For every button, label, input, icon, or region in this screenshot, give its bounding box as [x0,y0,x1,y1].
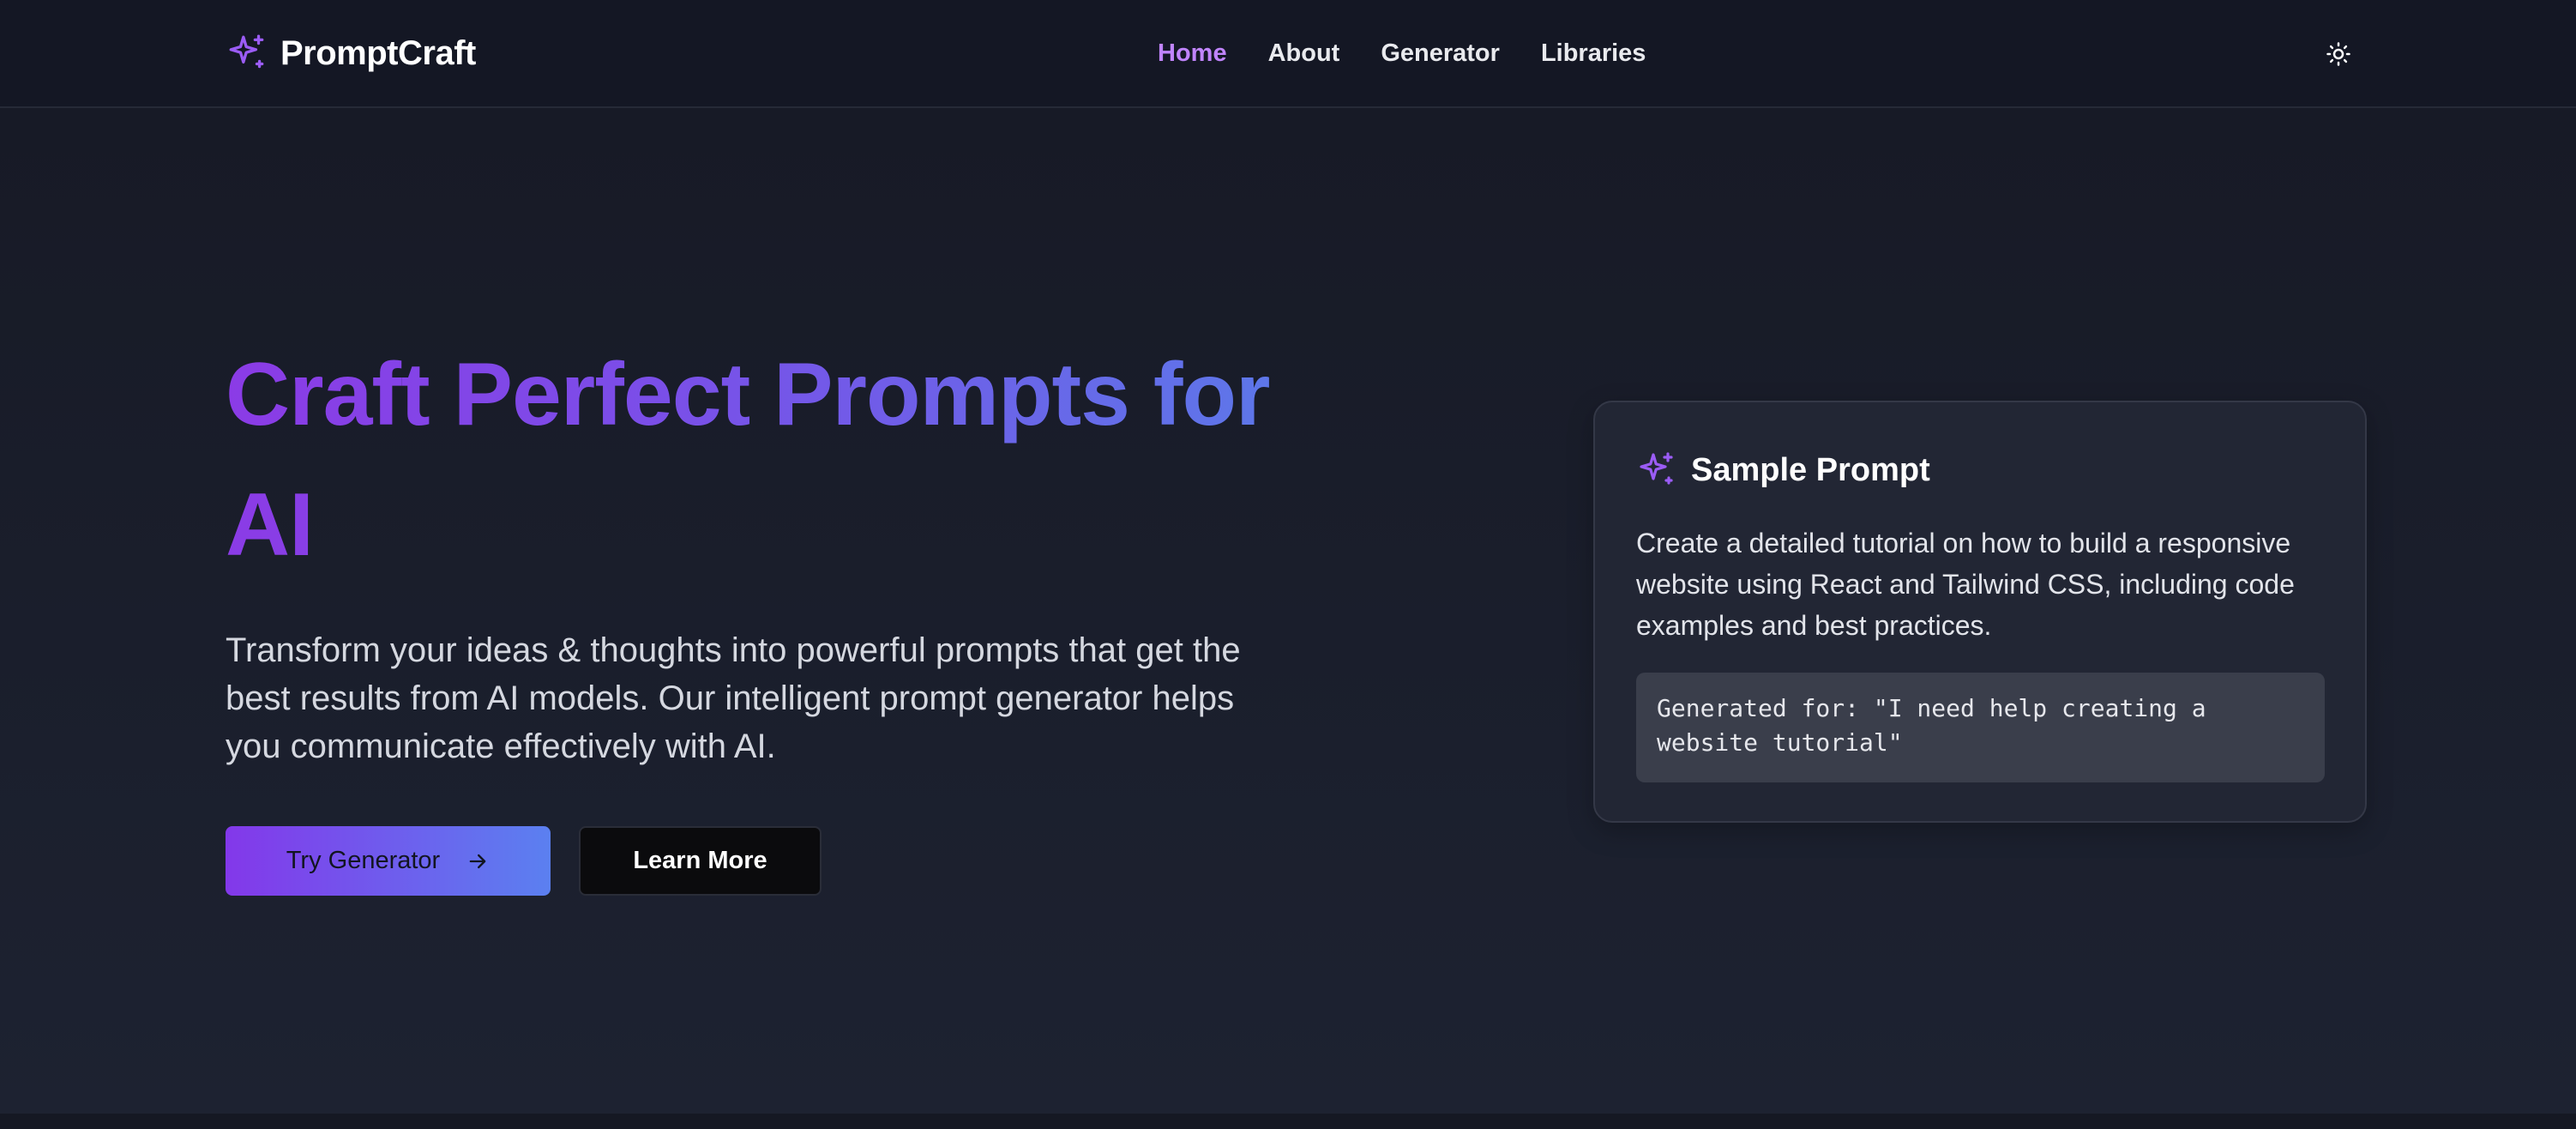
theme-toggle-button[interactable] [2317,33,2360,75]
sun-icon [2326,41,2351,67]
card-title: Sample Prompt [1691,451,1930,488]
hero-subtext: Transform your ideas & thoughts into pow… [226,631,1241,765]
arrow-right-icon [440,849,490,873]
nav-link-home[interactable]: Home [1158,39,1227,68]
card-header: Sample Prompt [1636,449,1930,492]
learn-more-button[interactable]: Learn More [579,826,822,896]
sparkles-icon [226,32,268,75]
generated-for-text: Generated for: "I need help creating a w… [1657,694,2206,757]
sample-prompt-card: Sample Prompt Create a detailed tutorial… [1593,401,2367,823]
brand-logo-link[interactable]: PromptCraft [226,29,476,77]
nav-link-generator[interactable]: Generator [1381,39,1500,68]
try-generator-button[interactable]: Try Generator [226,826,551,896]
main-nav: Home About Generator Libraries [1158,31,1646,75]
sample-prompt-text: Create a detailed tutorial on how to bui… [1636,528,2295,641]
brand-name: PromptCraft [280,33,476,72]
top-navigation-bar: PromptCraft Home About Generator Librari… [0,0,2576,108]
page-bottom-edge [0,1114,2576,1129]
hero-headline: Craft Perfect Prompts for AI [226,329,1340,590]
sparkles-icon [1636,450,1677,491]
generated-for-block: Generated for: "I need help creating a w… [1636,673,2325,782]
nav-link-libraries[interactable]: Libraries [1541,39,1646,68]
try-generator-label: Try Generator [286,847,441,874]
learn-more-label: Learn More [633,847,767,874]
nav-link-about[interactable]: About [1268,39,1340,68]
